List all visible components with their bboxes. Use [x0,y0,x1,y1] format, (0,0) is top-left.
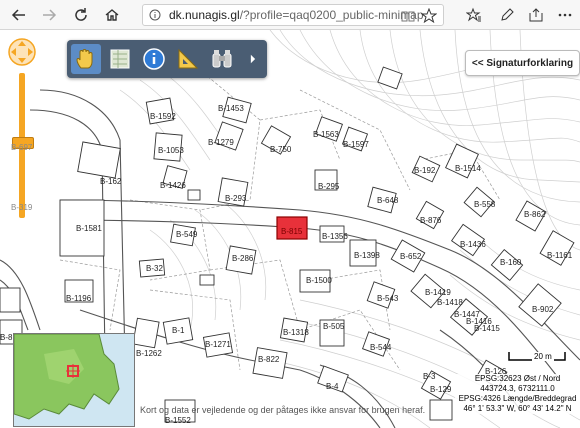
building-label[interactable]: B-295 [318,182,339,191]
building-label[interactable]: B-549 [176,230,197,239]
building-label[interactable]: B-1161 [547,251,572,260]
address-bar[interactable]: dk.nunagis.gl/?profile=qaq0200_public-mi… [142,4,444,26]
building-label[interactable]: B-293 [225,194,246,203]
building-label[interactable]: B-1418 [437,298,463,307]
building-label[interactable]: B-4 [326,382,338,391]
building-label[interactable]: B-1581 [76,224,102,233]
forward-icon[interactable] [38,4,60,26]
favorites-icon[interactable] [463,4,485,26]
building-label[interactable]: B-1514 [455,164,481,173]
info-icon[interactable] [149,9,161,21]
favorite-star-icon[interactable] [421,8,437,24]
ruler-triangle-icon[interactable] [173,44,203,74]
building-label[interactable]: B-1356 [322,232,348,241]
building-label[interactable]: B-1592 [150,112,176,121]
building-label[interactable]: B-543 [377,294,398,303]
share-icon[interactable] [525,4,547,26]
building-label[interactable]: B-1552 [165,416,191,425]
refresh-icon[interactable] [70,4,92,26]
building-label[interactable]: B-1262 [136,349,162,358]
info-icon[interactable] [139,44,169,74]
building-label[interactable]: B-652 [400,252,421,261]
building-label[interactable]: B-558 [474,200,495,209]
building-label[interactable]: B-1419 [425,288,451,297]
building-label[interactable]: B-1053 [158,146,184,155]
url-host: dk.nunagis.gl [169,8,240,22]
map-canvas[interactable]: B-1453 B-1592 B-1279 B-1053 B-750 B-1563… [0,30,580,428]
chevron-right-icon[interactable] [243,44,263,74]
building-label[interactable]: B-1426 [160,181,186,190]
building-label[interactable]: B-286 [232,254,253,263]
map-layers-icon[interactable] [105,44,135,74]
building-label[interactable]: B-750 [270,145,291,154]
scale-label: 20 m [532,352,554,361]
building-label[interactable]: B-876 [420,216,441,225]
map-toolbar [67,40,267,78]
coordinate-line: EPSG:4326 Længde/Breddegrad [458,394,577,403]
back-icon[interactable] [8,4,30,26]
building-label[interactable]: B-129 [430,385,451,394]
url-path: /?profile=qaq0200_public-minimap [239,8,424,22]
building-label[interactable]: B-1563 [313,130,339,139]
building-label[interactable]: B-544 [370,343,391,352]
coordinates-readout: EPSG:32623 Øst / Nord 443724.3, 6732111.… [455,374,580,414]
building-label[interactable]: B-902 [532,305,553,314]
url-text: dk.nunagis.gl/?profile=qaq0200_public-mi… [169,8,424,22]
coordinate-line: EPSG:32623 Øst / Nord [474,374,561,383]
building-label[interactable]: B-822 [258,355,279,364]
more-icon[interactable] [554,4,576,26]
building-label[interactable]: B-1436 [460,240,486,249]
binoculars-icon[interactable] [207,44,237,74]
disclaimer-text: Kort og data er vejledende og der påtage… [140,405,426,415]
building-label[interactable]: B-1196 [66,294,91,303]
building-label[interactable]: B-1318 [283,328,309,337]
building-label[interactable]: B-1271 [205,340,231,349]
building-label[interactable]: B-1415 [474,324,500,333]
building-label[interactable]: B-8 [0,333,12,342]
building-label[interactable]: B-1453 [218,104,244,113]
building-label[interactable]: B-1279 [208,138,234,147]
building-label[interactable]: B-1398 [354,251,380,260]
building-label[interactable]: B-160 [500,258,521,267]
building-label[interactable]: B-505 [323,322,344,331]
zoom-level-label: B-697 [11,143,33,152]
zoom-level-label: B-319 [11,203,33,212]
pan-arrows-icon[interactable] [7,37,37,67]
coordinate-line: 46° 1' 53.3" W, 60° 43' 14.2" N [463,404,572,413]
building-label[interactable]: B-162 [100,177,121,186]
building-label[interactable]: B-1500 [306,276,332,285]
building-label[interactable]: B-192 [414,166,435,175]
overview-map[interactable] [13,333,135,427]
pen-icon[interactable] [496,4,518,26]
overview-map-image [14,334,120,420]
building-label[interactable]: B-3 [423,372,435,381]
selected-building-label[interactable]: B-815 [281,227,302,236]
browser-toolbar: dk.nunagis.gl/?profile=qaq0200_public-mi… [0,0,580,30]
building-label[interactable]: B-1597 [343,140,369,149]
building-label[interactable]: B-648 [377,196,398,205]
reading-view-icon[interactable] [401,9,415,23]
building-label[interactable]: B-1 [172,326,184,335]
building-label[interactable]: B-862 [524,210,545,219]
hand-icon[interactable] [71,44,101,74]
coordinate-line: 443724.3, 6732111.0 [480,384,555,393]
home-icon[interactable] [101,4,123,26]
building-label[interactable]: B-32 [146,264,163,273]
zoom-panel: B-697 B-319 [3,33,41,218]
legend-button[interactable]: << Signaturforklaring [465,50,580,76]
